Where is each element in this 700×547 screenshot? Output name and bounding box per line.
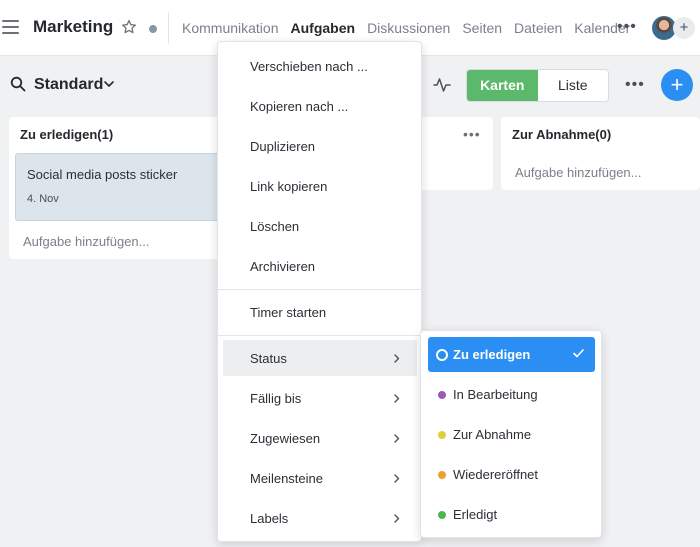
menu-item-milestones[interactable]: Meilensteine [218, 460, 421, 496]
status-dot-icon [438, 391, 446, 399]
status-submenu: Zu erledigen In Bearbeitung Zur Abnahme … [420, 330, 602, 538]
add-member-button[interactable]: + [673, 17, 695, 39]
view-select[interactable]: Standard [34, 76, 103, 94]
chevron-right-icon [394, 434, 400, 443]
status-circle-icon [436, 349, 448, 361]
task-title: Social media posts sticker [27, 167, 178, 182]
task-card[interactable]: Social media posts sticker 4. Nov [15, 153, 225, 221]
checkmark-icon [573, 349, 584, 358]
menu-item-duplicate[interactable]: Duplizieren [218, 128, 421, 164]
menu-item-label: Verschieben nach ... [250, 59, 368, 74]
chevron-right-icon [394, 514, 400, 523]
menu-item-start-timer[interactable]: Timer starten [218, 294, 421, 330]
list-view-button[interactable]: Liste [538, 70, 609, 101]
chevron-right-icon [394, 354, 400, 363]
menu-item-archive[interactable]: Archivieren [218, 248, 421, 284]
board-column-review: Zur Abnahme(0) Aufgabe hinzufügen... [501, 117, 700, 190]
menu-divider [218, 335, 421, 336]
view-toggle: Karten Liste [466, 69, 609, 102]
menu-item-move[interactable]: Verschieben nach ... [218, 48, 421, 84]
status-option-label: Zu erledigen [453, 347, 531, 362]
status-dot-icon [438, 511, 446, 519]
status-option-label: Erledigt [453, 507, 498, 522]
menu-item-label: Archivieren [250, 259, 316, 274]
workspace-tabs: Kommunikation Aufgaben Diskussionen Seit… [182, 20, 642, 36]
menu-item-label: Meilensteine [250, 471, 323, 486]
status-option-done[interactable]: Erledigt [428, 497, 595, 532]
status-dot-icon [438, 471, 446, 479]
menu-item-label: Fällig bis [250, 391, 302, 406]
menu-item-label: Link kopieren [250, 179, 328, 194]
status-option-in-progress[interactable]: In Bearbeitung [428, 377, 595, 412]
activity-icon[interactable] [433, 77, 451, 93]
cards-view-button[interactable]: Karten [467, 70, 538, 101]
status-dot-icon [149, 25, 157, 33]
chevron-down-icon[interactable] [104, 80, 114, 88]
status-option-review[interactable]: Zur Abnahme [428, 417, 595, 452]
column-title: Zur Abnahme(0) [512, 127, 612, 142]
board-column-todo: Zu erledigen(1) Social media posts stick… [9, 117, 231, 259]
tab-aufgaben[interactable]: Aufgaben [291, 20, 356, 36]
hamburger-menu-icon[interactable] [2, 20, 19, 34]
menu-item-label: Löschen [250, 219, 300, 234]
chevron-right-icon [394, 474, 400, 483]
menu-item-assigned[interactable]: Zugewiesen [218, 420, 421, 456]
menu-item-label: Duplizieren [250, 139, 316, 154]
search-icon[interactable] [10, 76, 26, 92]
divider [168, 12, 169, 44]
tab-dateien[interactable]: Dateien [514, 20, 562, 36]
column-title: Zu erledigen(1) [20, 127, 114, 142]
workspace-title: Marketing [33, 17, 114, 36]
status-option-label: In Bearbeitung [453, 387, 538, 402]
menu-item-label: Kopieren nach ... [250, 99, 349, 114]
menu-item-copy[interactable]: Kopieren nach ... [218, 88, 421, 124]
tab-seiten[interactable]: Seiten [462, 20, 502, 36]
status-option-label: Wiedereröffnet [453, 467, 539, 482]
chevron-right-icon [394, 394, 400, 403]
menu-item-label: Zugewiesen [250, 431, 321, 446]
status-dot-icon [438, 431, 446, 439]
add-task-button[interactable]: + [661, 69, 693, 101]
add-task-link[interactable]: Aufgabe hinzufügen... [23, 234, 150, 249]
add-task-link[interactable]: Aufgabe hinzufügen... [515, 165, 642, 180]
tab-kommunikation[interactable]: Kommunikation [182, 20, 279, 36]
menu-item-status[interactable]: Status [223, 340, 417, 376]
menu-item-due-date[interactable]: Fällig bis [218, 380, 421, 416]
menu-item-copy-link[interactable]: Link kopieren [218, 168, 421, 204]
task-due-date: 4. Nov [27, 193, 59, 205]
task-context-menu: Verschieben nach ... Kopieren nach ... D… [217, 41, 422, 542]
menu-divider [218, 289, 421, 290]
status-option-label: Zur Abnahme [453, 427, 532, 442]
menu-item-label: Timer starten [250, 305, 327, 320]
menu-item-labels[interactable]: Labels [218, 500, 421, 536]
menu-item-label: Status [250, 351, 287, 366]
menu-item-label: Labels [250, 511, 289, 526]
more-options-icon[interactable]: ••• [625, 76, 645, 94]
star-icon[interactable] [121, 19, 137, 35]
more-tabs-icon[interactable]: ••• [617, 18, 637, 36]
status-option-todo[interactable]: Zu erledigen [428, 337, 595, 372]
menu-item-delete[interactable]: Löschen [218, 208, 421, 244]
column-more-icon[interactable]: ••• [463, 126, 481, 142]
status-option-reopened[interactable]: Wiedereröffnet [428, 457, 595, 492]
tab-diskussionen[interactable]: Diskussionen [367, 20, 450, 36]
